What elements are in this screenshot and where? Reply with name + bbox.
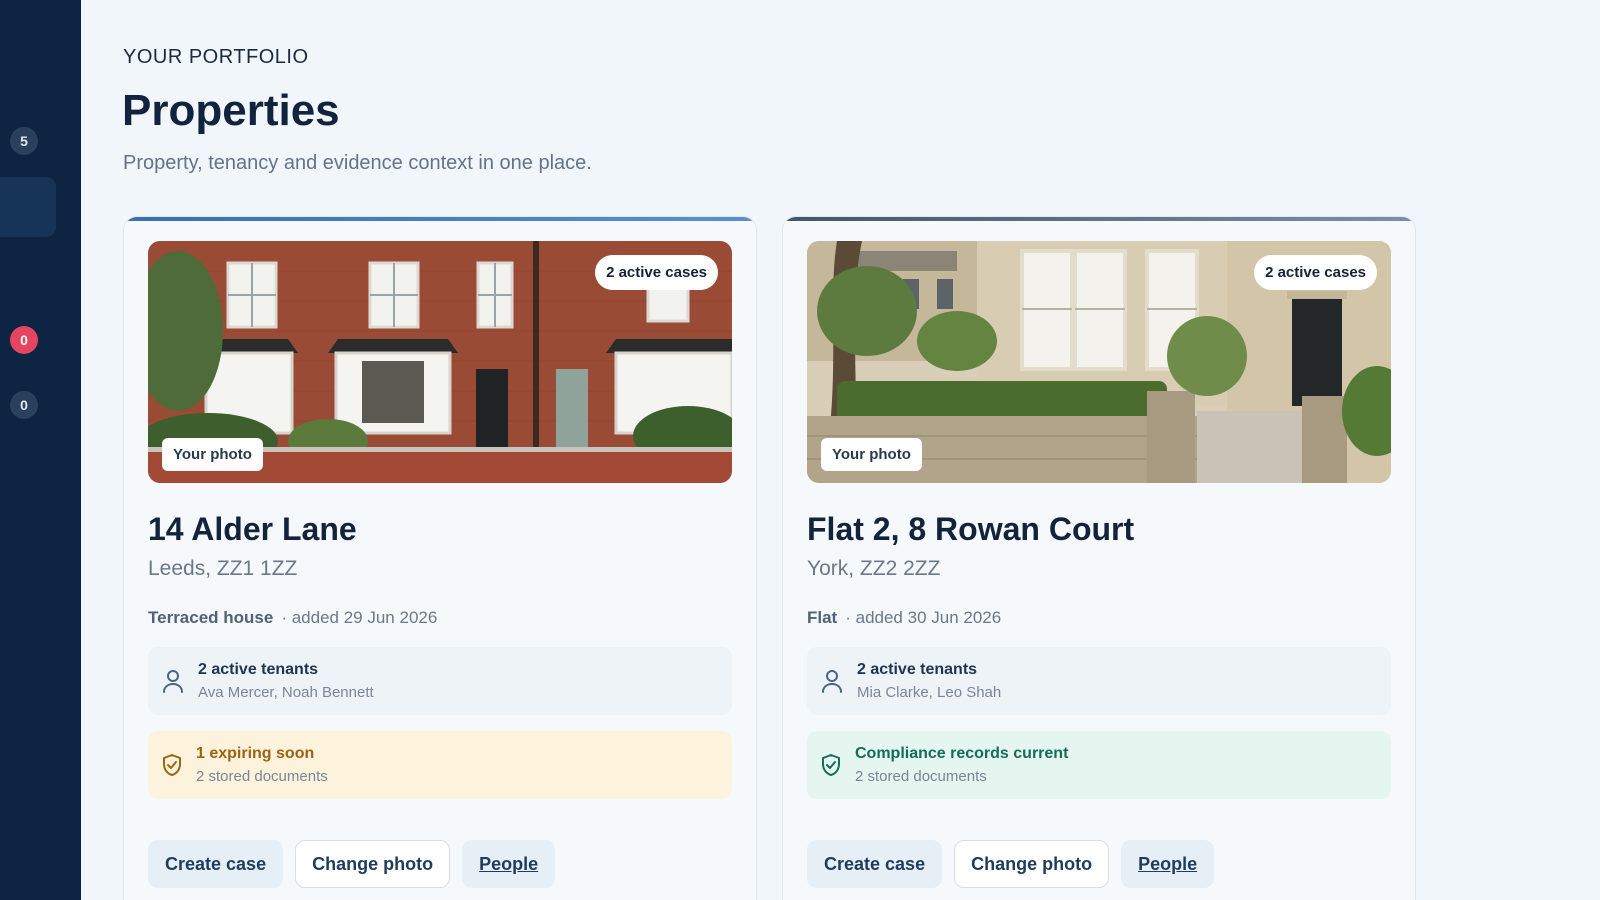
tenants-names: Mia Clarke, Leo Shah [857, 684, 1002, 701]
nav-alert-badge[interactable]: 0 [10, 326, 38, 354]
shield-check-icon [148, 753, 196, 777]
property-name: 14 Alder Lane [148, 511, 357, 547]
property-photo: 2 active cases Your photo [807, 241, 1391, 483]
sidebar: 5 0 0 [0, 0, 81, 900]
tenants-summary[interactable]: 2 active tenants Ava Mercer, Noah Bennet… [148, 647, 732, 715]
card-accent-bar [783, 217, 1415, 221]
active-cases-badge: 2 active cases [1254, 255, 1377, 290]
nav-item-active[interactable] [0, 177, 56, 237]
property-added-date: · added 30 Jun 2026 [845, 608, 1002, 627]
nav-count-badge[interactable]: 0 [10, 391, 38, 419]
property-photo: 2 active cases Your photo [148, 241, 732, 483]
property-city: York, ZZ2 2ZZ [807, 557, 941, 580]
card-actions: Create case Change photo People [148, 840, 556, 888]
compliance-title: Compliance records current [855, 745, 1069, 762]
people-link[interactable]: People [1121, 840, 1215, 888]
tenants-names: Ava Mercer, Noah Bennett [198, 684, 374, 701]
compliance-docs: 2 stored documents [855, 768, 987, 785]
property-meta: Terraced house · added 29 Jun 2026 [148, 608, 437, 628]
compliance-summary[interactable]: 1 expiring soon 2 stored documents [148, 731, 732, 799]
create-case-button[interactable]: Create case [148, 840, 284, 888]
people-link[interactable]: People [462, 840, 556, 888]
page-title: Properties [122, 86, 340, 135]
user-icon [807, 669, 857, 693]
property-type: Terraced house [148, 608, 274, 627]
page-eyebrow: YOUR PORTFOLIO [123, 46, 309, 68]
property-card: 2 active cases Your photo 14 Alder Lane … [123, 216, 757, 900]
property-added-date: · added 29 Jun 2026 [281, 608, 438, 627]
nav-count-badge[interactable]: 5 [10, 127, 38, 155]
shield-check-icon [807, 753, 855, 777]
compliance-title: 1 expiring soon [196, 745, 315, 762]
property-city: Leeds, ZZ1 1ZZ [148, 557, 298, 580]
tenants-title: 2 active tenants [198, 661, 319, 678]
card-actions: Create case Change photo People [807, 840, 1215, 888]
change-photo-button[interactable]: Change photo [295, 840, 451, 888]
card-accent-bar [124, 217, 756, 221]
create-case-button[interactable]: Create case [807, 840, 943, 888]
property-name: Flat 2, 8 Rowan Court [807, 511, 1135, 547]
tenants-summary[interactable]: 2 active tenants Mia Clarke, Leo Shah [807, 647, 1391, 715]
property-meta: Flat · added 30 Jun 2026 [807, 608, 1001, 628]
photo-tag: Your photo [821, 438, 922, 471]
tenants-title: 2 active tenants [857, 661, 978, 678]
active-cases-badge: 2 active cases [595, 255, 718, 290]
user-icon [148, 669, 198, 693]
page-subtitle: Property, tenancy and evidence context i… [123, 152, 592, 174]
property-card: 2 active cases Your photo Flat 2, 8 Rowa… [782, 216, 1416, 900]
photo-tag: Your photo [162, 438, 263, 471]
change-photo-button[interactable]: Change photo [954, 840, 1110, 888]
property-type: Flat [807, 608, 838, 627]
compliance-summary[interactable]: Compliance records current 2 stored docu… [807, 731, 1391, 799]
compliance-docs: 2 stored documents [196, 768, 328, 785]
